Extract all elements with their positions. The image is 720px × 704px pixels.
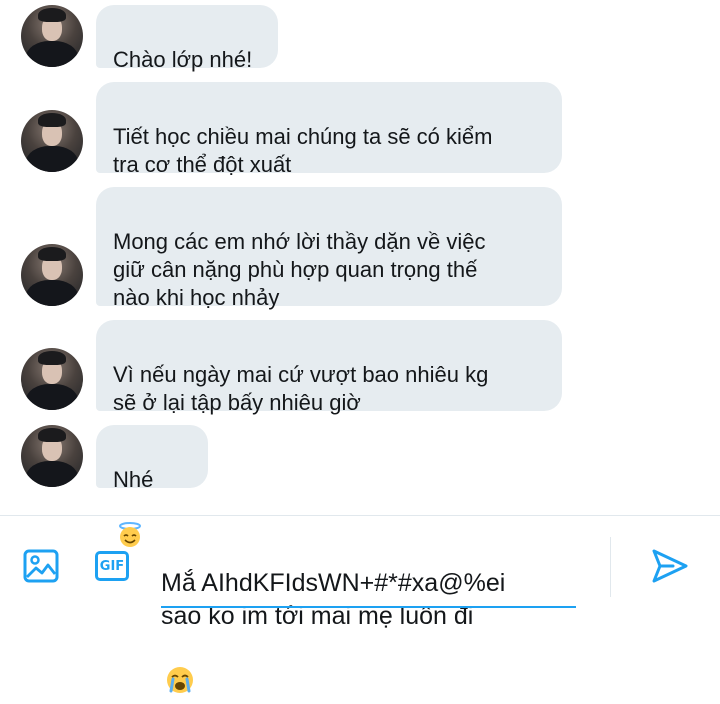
sender-avatar[interactable]: [21, 110, 83, 172]
smiling-face-with-halo-icon: [117, 494, 143, 548]
message-text: Mong các em nhớ lời thầy dặn về việc giữ…: [113, 229, 486, 310]
message-bubble[interactable]: Chào lớp nhé!: [96, 5, 278, 72]
send-button[interactable]: [650, 546, 690, 586]
send-separator: [610, 537, 611, 597]
draft-text: Mắ AIhdKFIdsWN+#*#xa@%ei sao ko im tới m…: [161, 569, 506, 630]
sender-avatar[interactable]: [21, 5, 83, 67]
sender-avatar[interactable]: [21, 244, 83, 306]
gif-label: GIF: [95, 551, 129, 581]
sender-avatar[interactable]: [21, 425, 83, 487]
input-focus-underline: [161, 606, 576, 608]
loudly-crying-face-icon: [165, 632, 195, 694]
message-text: Chào lớp nhé!: [113, 47, 253, 72]
gif-icon[interactable]: GIF: [94, 550, 130, 582]
message-bubble[interactable]: Tiết học chiều mai chúng ta sẽ có kiểm t…: [96, 82, 562, 177]
message-bubble[interactable]: Nhé: [96, 425, 208, 548]
sender-avatar[interactable]: [21, 348, 83, 410]
message-text: Tiết học chiều mai chúng ta sẽ có kiểm t…: [113, 124, 493, 177]
message-bubble[interactable]: Vì nếu ngày mai cứ vượt bao nhiêu kg sẽ …: [96, 320, 562, 415]
image-icon[interactable]: [22, 548, 60, 584]
message-input[interactable]: Mắ AIhdKFIdsWN+#*#xa@%ei sao ko im tới m…: [161, 534, 581, 694]
message-text: Vì nếu ngày mai cứ vượt bao nhiêu kg sẽ …: [113, 362, 489, 415]
message-bubble[interactable]: Mong các em nhớ lời thầy dặn về việc giữ…: [96, 187, 562, 310]
send-icon: [652, 549, 688, 583]
composer-divider: [0, 515, 720, 516]
message-text: Nhé: [113, 467, 154, 492]
